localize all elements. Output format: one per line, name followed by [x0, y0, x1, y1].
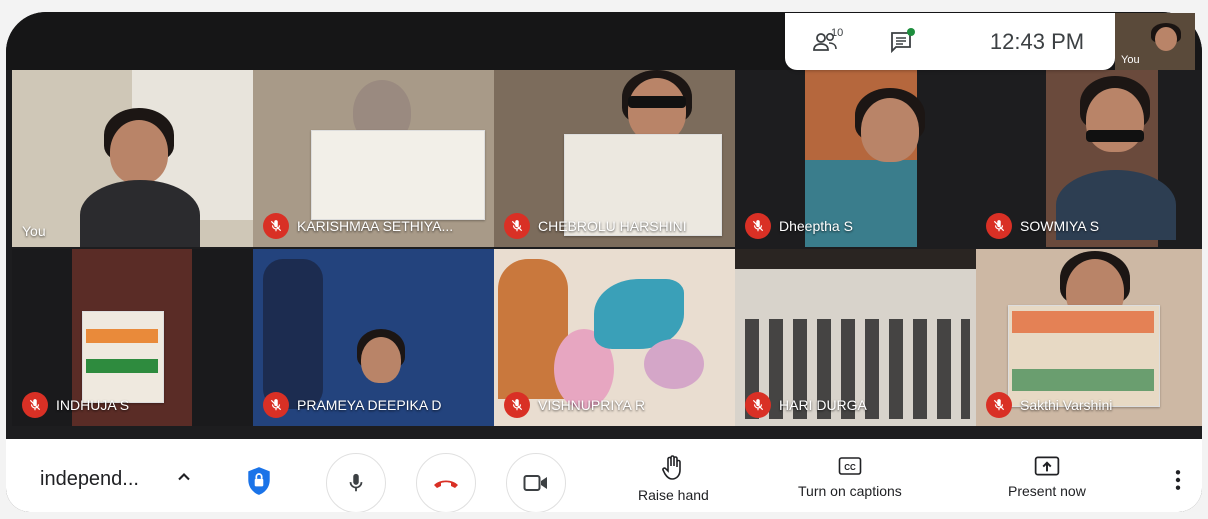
participant-tile[interactable]: Dheeptha S: [735, 70, 976, 247]
svg-text:CC: CC: [844, 463, 856, 472]
participant-tile-self[interactable]: You: [12, 70, 253, 247]
participant-name: HARI DURGA: [745, 392, 867, 418]
video-camera-icon: [523, 475, 547, 491]
participant-name: PRAMEYA DEEPIKA D: [263, 392, 441, 418]
meeting-info-panel: 10 12:43 PM: [785, 13, 1115, 70]
people-button[interactable]: 10: [785, 13, 865, 70]
self-view-thumbnail[interactable]: You: [1115, 13, 1195, 70]
self-view-label: You: [1121, 54, 1140, 66]
meet-window: You KARISHMAA SETHIYA... CHEBROLU HARSHI…: [6, 12, 1202, 512]
participant-grid: You KARISHMAA SETHIYA... CHEBROLU HARSHI…: [12, 70, 1202, 426]
closed-captions-icon: CC: [838, 457, 862, 475]
hang-up-button[interactable]: [416, 453, 476, 512]
present-now-label: Present now: [1008, 483, 1086, 499]
meeting-name[interactable]: independ...: [40, 468, 139, 491]
mic-icon: [349, 473, 363, 492]
captions-label: Turn on captions: [798, 483, 902, 499]
muted-mic-icon: [504, 213, 530, 239]
muted-mic-icon: [986, 392, 1012, 418]
unread-dot: [907, 28, 915, 36]
participant-name: INDHUJA S: [22, 392, 129, 418]
raise-hand-button[interactable]: Raise hand: [638, 455, 709, 503]
bottom-control-bar: independ... Raise hand CC Turn on captio…: [6, 439, 1202, 512]
muted-mic-icon: [745, 392, 771, 418]
participant-count: 10: [831, 27, 844, 39]
participant-tile[interactable]: SOWMIYA S: [976, 70, 1202, 247]
participant-name: SOWMIYA S: [986, 213, 1099, 239]
participant-name: Dheeptha S: [745, 213, 853, 239]
participant-tile[interactable]: Sakthi Varshini: [976, 249, 1202, 426]
participant-tile[interactable]: KARISHMAA SETHIYA...: [253, 70, 494, 247]
chat-button[interactable]: [865, 13, 937, 70]
raise-hand-label: Raise hand: [638, 487, 709, 503]
shield-lock-icon[interactable]: [246, 466, 272, 501]
clock-time: 12:43 PM: [989, 28, 1085, 54]
participant-name: KARISHMAA SETHIYA...: [263, 213, 453, 239]
camera-button[interactable]: [506, 453, 566, 512]
participant-tile[interactable]: PRAMEYA DEEPIKA D: [253, 249, 494, 426]
hang-up-icon: [434, 480, 458, 488]
participant-name: Sakthi Varshini: [986, 392, 1112, 418]
chevron-up-icon[interactable]: [174, 467, 194, 492]
participant-name: CHEBROLU HARSHINI: [504, 213, 687, 239]
muted-mic-icon: [745, 213, 771, 239]
participant-name: VISHNUPRIYA R: [504, 392, 645, 418]
mic-button[interactable]: [326, 453, 386, 512]
more-vert-icon[interactable]: [1174, 469, 1182, 496]
muted-mic-icon: [986, 213, 1012, 239]
present-now-button[interactable]: Present now: [1008, 455, 1086, 499]
participant-tile[interactable]: VISHNUPRIYA R: [494, 249, 735, 426]
captions-button[interactable]: CC Turn on captions: [798, 455, 902, 499]
present-screen-icon: [1034, 456, 1060, 476]
participant-name: You: [22, 223, 46, 239]
participant-tile[interactable]: HARI DURGA: [735, 249, 976, 426]
participant-tile[interactable]: INDHUJA S: [12, 249, 253, 426]
muted-mic-icon: [504, 392, 530, 418]
muted-mic-icon: [263, 392, 289, 418]
muted-mic-icon: [263, 213, 289, 239]
hand-icon: [662, 455, 682, 480]
muted-mic-icon: [22, 392, 48, 418]
participant-tile[interactable]: CHEBROLU HARSHINI: [494, 70, 735, 247]
